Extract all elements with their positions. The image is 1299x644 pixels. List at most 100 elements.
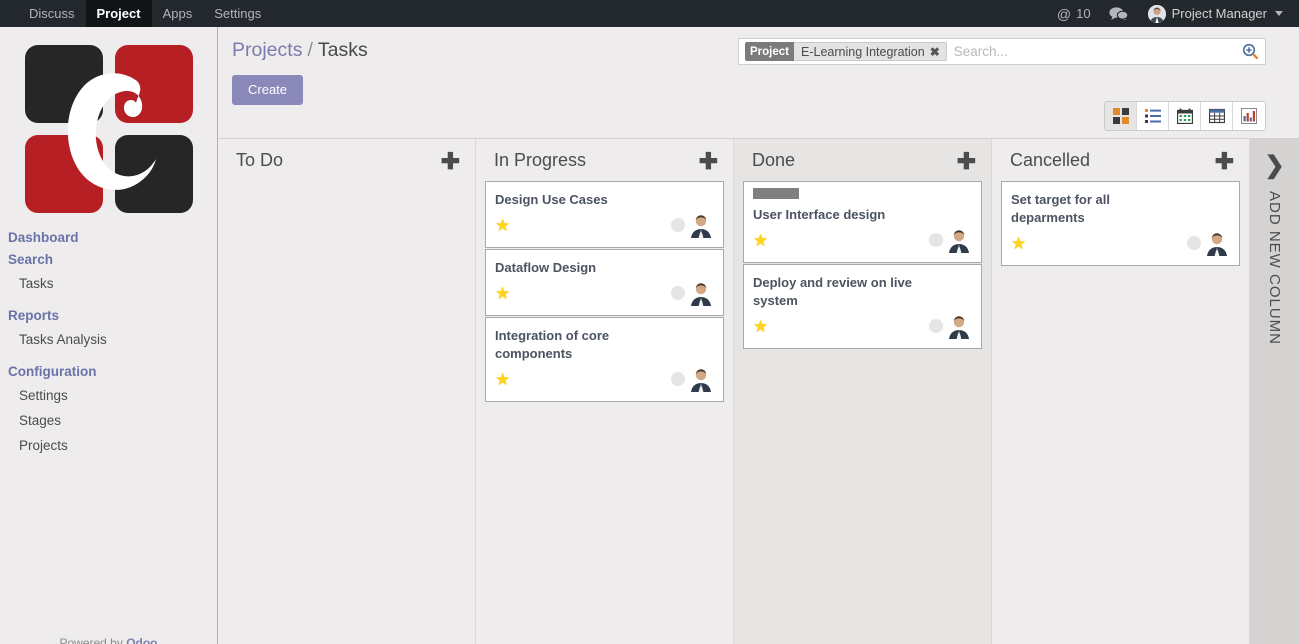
sidebar-item-tasks-analysis[interactable]: Tasks Analysis xyxy=(0,327,217,352)
calendar-icon xyxy=(1176,108,1193,124)
kanban-column-title[interactable]: In Progress xyxy=(494,150,586,171)
at-icon: @ xyxy=(1056,5,1072,22)
card-right-tools xyxy=(929,227,972,253)
priority-star-icon[interactable]: ★ xyxy=(753,318,768,335)
search-view: Project E-Learning Integration ✖ xyxy=(738,38,1266,65)
kanban-column-cards: User Interface design ★ Deploy and review … xyxy=(742,181,983,644)
priority-star-icon[interactable]: ★ xyxy=(753,232,768,249)
list-view-button[interactable] xyxy=(1137,102,1169,130)
kanban-column-header: To Do ✚ xyxy=(226,139,467,181)
search-facet-value: E-Learning Integration xyxy=(801,44,925,59)
menu-item-settings[interactable]: Settings xyxy=(203,0,272,27)
sidebar: Dashboard Search Tasks Reports Tasks Analysi… xyxy=(0,27,218,644)
avatar xyxy=(1147,4,1166,23)
sidebar-section-dashboard[interactable]: Dashboard xyxy=(0,227,217,249)
kanban-card[interactable]: User Interface design ★ xyxy=(743,181,982,263)
kanban-column-cards xyxy=(226,181,467,644)
card-right-tools xyxy=(671,212,714,238)
kanban-state-dot-icon[interactable] xyxy=(671,286,685,300)
search-facet-value-wrap[interactable]: E-Learning Integration ✖ xyxy=(794,42,947,61)
menu-item-apps[interactable]: Apps xyxy=(152,0,204,27)
kanban-state-dot-icon[interactable] xyxy=(1187,236,1201,250)
card-title: Design Use Cases xyxy=(495,192,608,207)
sidebar-section-reports[interactable]: Reports xyxy=(0,305,217,327)
card-footer: ★ xyxy=(753,226,972,254)
priority-star-icon[interactable]: ★ xyxy=(495,285,510,302)
kanban-column-title[interactable]: To Do xyxy=(236,150,283,171)
card-right-tools xyxy=(929,313,972,339)
search-zoom-icon xyxy=(1242,43,1258,60)
kanban-state-dot-icon[interactable] xyxy=(929,319,943,333)
card-tag-badge xyxy=(753,188,799,199)
avatar xyxy=(946,227,972,253)
sidebar-section-configuration[interactable]: Configuration xyxy=(0,361,217,383)
breadcrumb-projects[interactable]: Projects xyxy=(232,38,302,62)
plus-icon[interactable]: ✚ xyxy=(699,149,718,172)
menu-item-project[interactable]: Project xyxy=(85,0,152,27)
priority-star-icon[interactable]: ★ xyxy=(1011,235,1026,252)
add-new-column-button[interactable]: ❯ ADD NEW COLUMN xyxy=(1250,139,1299,644)
company-logo xyxy=(24,45,193,213)
sidebar-item-projects[interactable]: Projects xyxy=(0,433,217,458)
card-footer: ★ xyxy=(495,211,714,239)
mentions-counter[interactable]: @ 10 xyxy=(1049,6,1099,22)
calendar-view-button[interactable] xyxy=(1169,102,1201,130)
avatar xyxy=(946,313,972,339)
breadcrumb-separator: / xyxy=(307,39,313,61)
search-button[interactable] xyxy=(1237,43,1263,60)
sidebar-section-search[interactable]: Search xyxy=(0,249,217,271)
caret-down-icon xyxy=(1275,11,1283,16)
main-content: Projects / Tasks Create Project E-Learni… xyxy=(218,27,1299,644)
kanban-card[interactable]: Deploy and review on live system ★ xyxy=(743,264,982,349)
plus-icon[interactable]: ✚ xyxy=(441,149,460,172)
kanban-state-dot-icon[interactable] xyxy=(929,233,943,247)
kanban-card[interactable]: Integration of core components ★ xyxy=(485,317,724,402)
priority-star-icon[interactable]: ★ xyxy=(495,217,510,234)
list-icon xyxy=(1144,108,1161,124)
kanban-column-cards: Design Use Cases ★ Dataflow Design ★ Integra… xyxy=(484,181,725,644)
create-button[interactable]: Create xyxy=(232,75,304,105)
search-facet-project[interactable]: Project E-Learning Integration ✖ xyxy=(745,42,947,61)
graph-view-button[interactable] xyxy=(1233,102,1265,130)
search-input[interactable] xyxy=(946,44,1237,59)
close-icon[interactable]: ✖ xyxy=(930,45,940,59)
control-panel: Projects / Tasks Create Project E-Learni… xyxy=(218,27,1299,138)
card-right-tools xyxy=(671,366,714,392)
priority-star-icon[interactable]: ★ xyxy=(495,371,510,388)
avatar xyxy=(1204,230,1230,256)
kanban-state-dot-icon[interactable] xyxy=(671,218,685,232)
sidebar-item-stages[interactable]: Stages xyxy=(0,408,217,433)
user-menu[interactable]: Project Manager xyxy=(1140,4,1287,23)
avatar xyxy=(688,212,714,238)
sidebar-item-tasks[interactable]: Tasks xyxy=(0,271,217,296)
kanban-card[interactable]: Dataflow Design ★ xyxy=(485,249,724,316)
card-title: Integration of core components xyxy=(495,328,610,361)
pivot-view-button[interactable] xyxy=(1201,102,1233,130)
kanban-column-to-do: To Do ✚ xyxy=(218,139,476,644)
plus-icon[interactable]: ✚ xyxy=(1215,149,1234,172)
card-title: Deploy and review on live system xyxy=(753,275,912,308)
chat-button[interactable] xyxy=(1099,6,1140,21)
powered-brand[interactable]: Odoo xyxy=(126,636,157,644)
chevron-right-icon: ❯ xyxy=(1264,152,1285,179)
card-footer: ★ xyxy=(495,279,714,307)
kanban-card[interactable]: Design Use Cases ★ xyxy=(485,181,724,248)
kanban-view-button[interactable] xyxy=(1105,102,1137,130)
card-footer: ★ xyxy=(753,312,972,340)
card-title: User Interface design xyxy=(753,207,886,222)
breadcrumb-tasks: Tasks xyxy=(317,39,368,61)
bar-chart-icon xyxy=(1241,108,1257,124)
kanban-column-header: In Progress ✚ xyxy=(484,139,725,181)
plus-icon[interactable]: ✚ xyxy=(957,149,976,172)
kanban-state-dot-icon[interactable] xyxy=(671,372,685,386)
app-shell: Dashboard Search Tasks Reports Tasks Analysi… xyxy=(0,27,1299,644)
menu-item-discuss[interactable]: Discuss xyxy=(18,0,86,27)
kanban-card[interactable]: Set target for all deparments ★ xyxy=(1001,181,1240,266)
sidebar-item-settings[interactable]: Settings xyxy=(0,383,217,408)
main-menu: Discuss Project Apps Settings xyxy=(18,0,272,27)
kanban-board: To Do ✚ In Progress ✚ Design Use Cases ★ Dataf… xyxy=(218,138,1299,644)
kanban-column-title[interactable]: Cancelled xyxy=(1010,150,1090,171)
avatar xyxy=(688,280,714,306)
kanban-column-title[interactable]: Done xyxy=(752,150,795,171)
